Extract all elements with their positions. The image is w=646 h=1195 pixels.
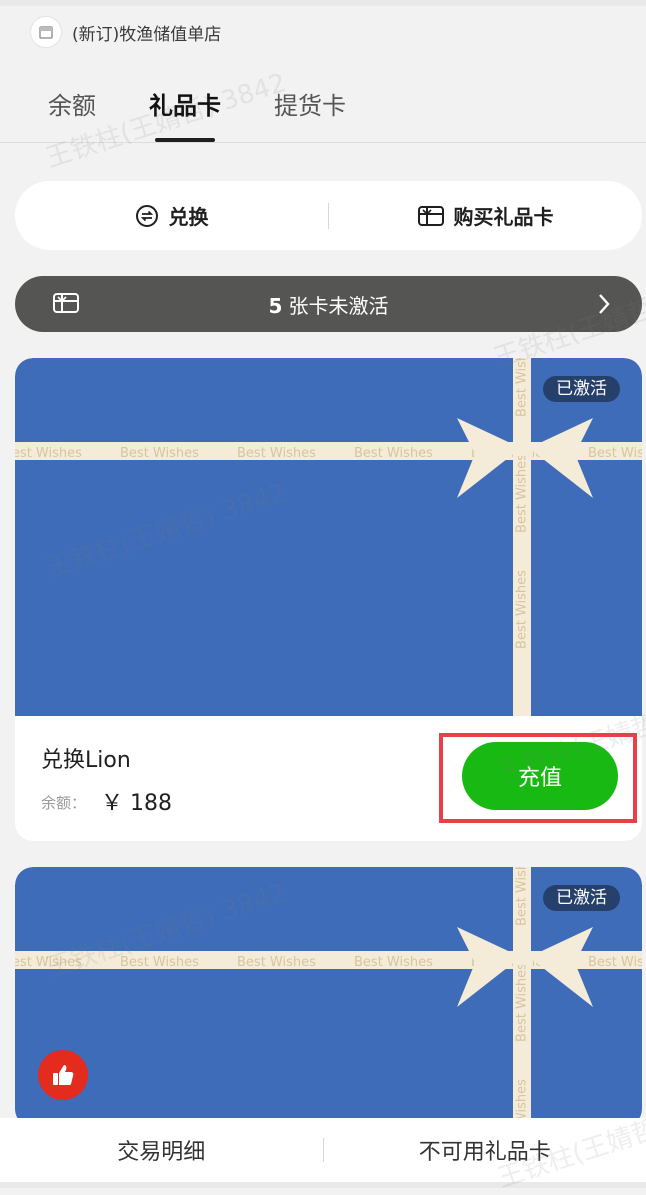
tab-bar: 余额 礼品卡 提货卡 bbox=[48, 86, 399, 130]
status-badge: 已激活 bbox=[543, 885, 620, 911]
top-strip bbox=[0, 0, 646, 6]
balance-value: ￥ 188 bbox=[101, 785, 172, 817]
bottom-bar: 交易明细 不可用礼品卡 bbox=[0, 1118, 646, 1182]
store-name: (新订)牧渔储值单店 bbox=[72, 20, 221, 45]
tab-pickup-card[interactable]: 提货卡 bbox=[274, 86, 346, 130]
recharge-button[interactable]: 充值 bbox=[462, 742, 618, 810]
store-header[interactable]: (新订)牧渔储值单店 bbox=[30, 14, 221, 50]
gift-card[interactable]: Best WishesBest WishesBest WishesBest Wi… bbox=[15, 358, 642, 841]
balance-label: 余额： bbox=[41, 792, 86, 813]
inactive-count: 5 bbox=[269, 294, 283, 318]
store-icon bbox=[30, 16, 62, 48]
inactive-label: 张卡未激活 bbox=[288, 294, 388, 318]
inactive-cards-text: 5张卡未激活 bbox=[15, 290, 642, 319]
bow-icon bbox=[455, 915, 595, 1015]
gift-card-info: 兑换Lion 余额： ￥ 188 充值 bbox=[15, 716, 642, 841]
buy-gift-card-button[interactable]: 购买礼品卡 bbox=[329, 201, 642, 230]
gift-card-art: Best WishesBest WishesBest WishesBest Wi… bbox=[15, 867, 642, 1127]
redeem-label: 兑换 bbox=[169, 201, 209, 230]
status-badge: 已激活 bbox=[543, 376, 620, 402]
card-title: 兑换Lion bbox=[41, 742, 131, 774]
redeem-button[interactable]: 兑换 bbox=[15, 201, 328, 230]
unavailable-cards-button[interactable]: 不可用礼品卡 bbox=[324, 1134, 646, 1166]
gift-card-icon bbox=[53, 292, 79, 314]
exchange-icon bbox=[135, 204, 159, 228]
gift-card-art: Best WishesBest WishesBest WishesBest Wi… bbox=[15, 358, 642, 716]
bottom-strip bbox=[0, 1182, 646, 1188]
inactive-cards-bar[interactable]: 5张卡未激活 bbox=[15, 276, 642, 332]
tab-balance[interactable]: 余额 bbox=[48, 86, 96, 130]
like-button[interactable] bbox=[38, 1050, 88, 1100]
chevron-right-icon bbox=[598, 293, 610, 315]
tab-gift-card[interactable]: 礼品卡 bbox=[149, 86, 221, 130]
bow-icon bbox=[455, 406, 595, 506]
buy-gift-card-label: 购买礼品卡 bbox=[454, 201, 554, 230]
tabs-divider bbox=[0, 142, 646, 143]
action-bar: 兑换 购买礼品卡 bbox=[15, 181, 642, 250]
gift-card-icon bbox=[418, 205, 444, 227]
transaction-details-button[interactable]: 交易明细 bbox=[0, 1134, 323, 1166]
thumbs-up-icon bbox=[50, 1062, 76, 1088]
gift-card[interactable]: Best WishesBest WishesBest WishesBest Wi… bbox=[15, 867, 642, 1127]
